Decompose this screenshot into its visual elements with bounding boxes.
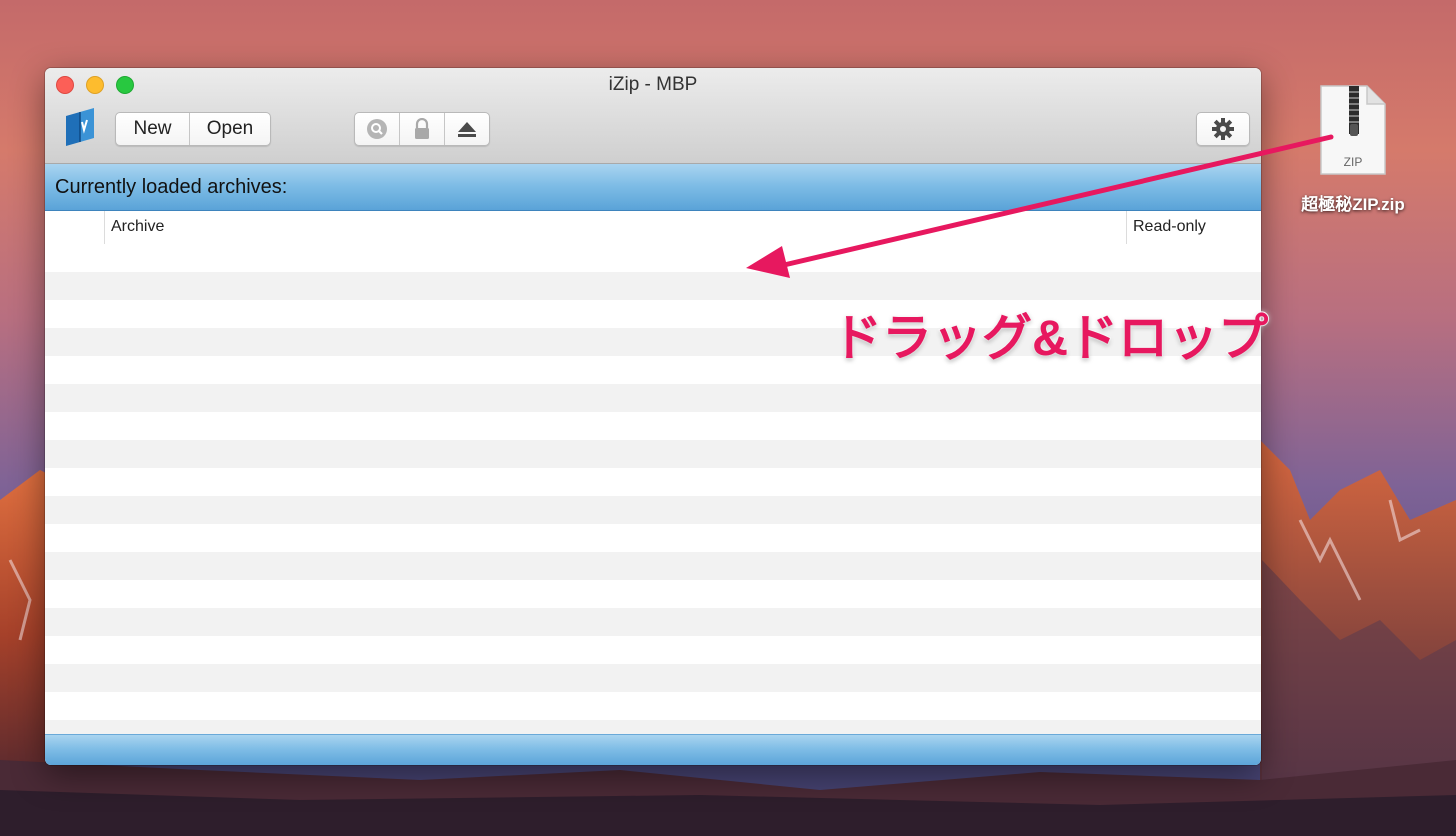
lock-icon xyxy=(415,118,429,139)
open-button[interactable]: Open xyxy=(189,113,270,145)
table-row xyxy=(45,636,1261,664)
search-icon xyxy=(367,119,387,139)
table-row xyxy=(45,580,1261,608)
window-title: iZip - MBP xyxy=(608,74,698,95)
window-toolbar: iZip - MBP New Open xyxy=(45,68,1261,164)
new-button[interactable]: New xyxy=(116,113,189,145)
search-button[interactable] xyxy=(355,113,399,145)
desktop: iZip - MBP New Open Currently loaded arc… xyxy=(0,0,1456,836)
table-row xyxy=(45,608,1261,636)
table-row xyxy=(45,664,1261,692)
table-row xyxy=(45,440,1261,468)
section-title: Currently loaded archives: xyxy=(55,176,288,198)
lock-button[interactable] xyxy=(399,113,444,145)
eject-icon xyxy=(458,122,476,137)
table-row xyxy=(45,272,1261,300)
document-button-group: New Open xyxy=(115,112,271,146)
table-row xyxy=(45,524,1261,552)
zip-file-icon[interactable]: ZIP xyxy=(1319,84,1387,176)
window-footer-bar xyxy=(45,734,1261,765)
settings-button[interactable] xyxy=(1196,112,1250,146)
drag-and-drop-annotation: ドラッグ&ドロップ xyxy=(831,309,1269,367)
eject-button[interactable] xyxy=(444,113,489,145)
archive-tools-group xyxy=(354,112,490,146)
table-row xyxy=(45,468,1261,496)
archives-section-header: Currently loaded archives: xyxy=(45,164,1261,211)
column-header-archive[interactable]: Archive xyxy=(104,211,1126,244)
zip-file-name[interactable]: 超極秘ZIP.zip xyxy=(1290,190,1416,215)
izip-window: iZip - MBP New Open Currently loaded arc… xyxy=(45,68,1261,765)
table-row xyxy=(45,692,1261,720)
table-row xyxy=(45,552,1261,580)
table-row xyxy=(45,720,1261,734)
archives-table-header: Archive Read-only xyxy=(45,211,1261,245)
table-row xyxy=(45,384,1261,412)
table-row xyxy=(45,496,1261,524)
column-header-read-only[interactable]: Read-only xyxy=(1126,211,1261,244)
table-row xyxy=(45,244,1261,272)
zip-file-badge: ZIP xyxy=(1344,155,1363,169)
gear-icon xyxy=(1212,118,1234,140)
izip-book-icon[interactable] xyxy=(60,108,100,146)
table-row xyxy=(45,412,1261,440)
